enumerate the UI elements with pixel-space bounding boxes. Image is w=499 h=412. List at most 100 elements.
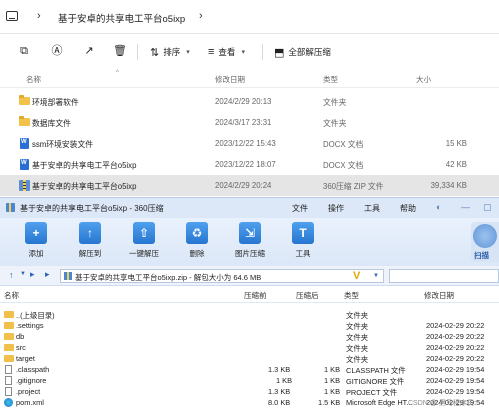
skin-icon[interactable]: ◐ xyxy=(436,202,441,212)
file-size: 42 KB xyxy=(445,160,467,169)
list-item[interactable]: src 文件夹 2024-02-29 20:22 xyxy=(0,342,499,353)
image-compress-icon: ⇲ xyxy=(239,222,261,244)
menu-file[interactable]: 文件 xyxy=(292,203,308,214)
column-after[interactable]: 压缩后 xyxy=(296,290,319,301)
file-date: 2024/2/29 20:24 xyxy=(215,181,272,190)
chevron-down-icon[interactable]: ▼ xyxy=(20,271,26,277)
column-name[interactable]: 名称 xyxy=(26,74,41,85)
zip-list-header: 名称 压缩前 压缩后 类型 修改日期 xyxy=(0,286,499,303)
archive-path-text: 基于安卓的共享电工平台o5ixp.zip - 解包大小为 64.6 MB xyxy=(75,273,262,282)
item-size-after: 1 KB xyxy=(324,376,341,385)
item-size-before: 1 KB xyxy=(276,376,293,385)
file-date: 2024/3/17 23:31 xyxy=(215,118,272,127)
column-name[interactable]: 名称 xyxy=(4,290,19,301)
extract-to-icon: ↑ xyxy=(79,222,101,244)
chevron-right-icon[interactable]: › xyxy=(199,10,203,22)
window-icon[interactable] xyxy=(6,11,18,21)
zip-ribbon: + 添加 ↑ 解压到 ⇧ 一键解压 ♻ 删除 ⇲ 图片压缩 T 工具 扫描 xyxy=(0,218,499,266)
toolbar-divider xyxy=(262,44,263,60)
item-date: 2024-02-29 19:54 xyxy=(426,387,485,396)
column-date[interactable]: 修改日期 xyxy=(215,74,245,85)
chevron-down-icon: ▾ xyxy=(241,49,245,56)
back-icon[interactable]: ▸ xyxy=(30,269,35,280)
list-item[interactable]: .settings 文件夹 2024-02-29 20:22 xyxy=(0,320,499,331)
list-item[interactable]: .classpath 1.3 KB 1 KB CLASSPATH 文件 2024… xyxy=(0,364,499,375)
item-size-before: 1.3 KB xyxy=(268,387,291,396)
column-date[interactable]: 修改日期 xyxy=(424,290,454,301)
view-button[interactable]: ≡ 查看 ▾ xyxy=(208,44,245,60)
forward-icon[interactable]: ▸ xyxy=(45,269,50,280)
chevron-right-icon[interactable]: › xyxy=(37,10,41,22)
delete-icon[interactable]: 🗑 xyxy=(113,44,127,58)
one-click-extract-button[interactable]: ⇧ 一键解压 xyxy=(124,222,164,264)
share-icon[interactable]: ↗ xyxy=(82,44,96,58)
file-row[interactable]: ssm环境安装文件 2023/12/22 15:43 DOCX 文档 15 KB xyxy=(0,133,499,154)
verify-icon[interactable]: V xyxy=(353,270,360,282)
maximize-icon[interactable]: ▢ xyxy=(483,202,492,213)
menu-tools[interactable]: 工具 xyxy=(364,203,380,214)
column-type[interactable]: 类型 xyxy=(344,290,359,301)
file-date: 2023/12/22 18:07 xyxy=(215,160,276,169)
list-item[interactable]: db 文件夹 2024-02-29 20:22 xyxy=(0,331,499,342)
menu-help[interactable]: 帮助 xyxy=(400,203,416,214)
list-item[interactable]: .gitignore 1 KB 1 KB GITIGNORE 文件 2024-0… xyxy=(0,375,499,386)
explorer-tab-bar: › 基于安卓的共享电工平台o5ixp › xyxy=(0,0,499,34)
file-date: 2024/2/29 20:13 xyxy=(215,97,272,106)
sort-button[interactable]: ⇅ 排序 ▾ xyxy=(150,44,190,60)
up-arrow-icon[interactable]: ↑ xyxy=(9,270,14,280)
image-compress-button[interactable]: ⇲ 图片压缩 xyxy=(230,222,270,264)
list-item[interactable]: target 文件夹 2024-02-29 20:22 xyxy=(0,353,499,364)
file-size: 15 KB xyxy=(445,139,467,148)
explorer-toolbar: ⧉ Ⓐ ↗ 🗑 ⇅ 排序 ▾ ≡ 查看 ▾ ⬒ 全部解压缩 xyxy=(0,34,499,70)
add-icon: + xyxy=(25,222,47,244)
tools-button[interactable]: T 工具 xyxy=(283,222,323,264)
scan-icon xyxy=(473,224,497,248)
rename-icon[interactable]: Ⓐ xyxy=(50,44,64,58)
zip-icon xyxy=(19,180,30,191)
chevron-down-icon[interactable]: ▼ xyxy=(373,273,379,279)
file-name: 数据库文件 xyxy=(32,119,71,128)
add-label: 添加 xyxy=(28,249,44,258)
extract-to-label: 解压到 xyxy=(78,249,102,258)
delete-button[interactable]: ♻ 删除 xyxy=(177,222,217,264)
edge-icon xyxy=(4,398,13,407)
list-item[interactable]: .project 1.3 KB 1 KB PROJECT 文件 2024-02-… xyxy=(0,386,499,397)
file-row[interactable]: 数据库文件 2024/3/17 23:31 文件夹 xyxy=(0,112,499,133)
copy-icon[interactable]: ⧉ xyxy=(17,44,31,58)
menu-operate[interactable]: 操作 xyxy=(328,203,344,214)
archive-path-field[interactable]: 基于安卓的共享电工平台o5ixp.zip - 解包大小为 64.6 MB V ▼ xyxy=(60,269,384,283)
sort-label: 排序 xyxy=(163,47,181,57)
delete-icon: ♻ xyxy=(186,222,208,244)
column-size[interactable]: 大小 xyxy=(416,74,431,85)
item-date: 2024-02-29 19:54 xyxy=(426,376,485,385)
item-size-after: 1 KB xyxy=(324,387,341,396)
search-input[interactable] xyxy=(389,269,499,283)
item-name: .project xyxy=(16,387,41,396)
sort-icon: ⇅ xyxy=(150,46,160,59)
view-icon: ≡ xyxy=(208,46,215,58)
item-name: .settings xyxy=(16,321,44,330)
breadcrumb-path[interactable]: 基于安卓的共享电工平台o5ixp xyxy=(58,11,185,25)
minimize-icon[interactable]: — xyxy=(461,202,470,212)
list-item[interactable]: ..(上级目录) 文件夹 xyxy=(0,309,499,320)
zip-logo-icon xyxy=(6,203,15,212)
file-row[interactable]: 环境部署软件 2024/2/29 20:13 文件夹 xyxy=(0,91,499,112)
add-button[interactable]: + 添加 xyxy=(16,222,56,264)
file-size: 39,334 KB xyxy=(430,181,467,190)
scan-button[interactable]: 扫描 xyxy=(471,222,499,262)
sort-ascending-icon: ^ xyxy=(116,70,119,76)
file-date: 2023/12/22 15:43 xyxy=(215,139,276,148)
folder-icon xyxy=(4,333,14,340)
image-compress-label: 图片压缩 xyxy=(235,249,265,258)
item-name: db xyxy=(16,332,25,341)
delete-label: 删除 xyxy=(189,249,205,258)
extract-to-button[interactable]: ↑ 解压到 xyxy=(70,222,110,264)
extract-icon: ⬒ xyxy=(274,46,285,59)
file-type: 360压缩 ZIP 文件 xyxy=(323,182,384,191)
item-size-after: 1 KB xyxy=(324,365,341,374)
file-row-selected[interactable]: 基于安卓的共享电工平台o5ixp 2024/2/29 20:24 360压缩 Z… xyxy=(0,175,499,196)
file-row[interactable]: 基于安卓的共享电工平台o5ixp 2023/12/22 18:07 DOCX 文… xyxy=(0,154,499,175)
column-type[interactable]: 类型 xyxy=(323,74,338,85)
column-before[interactable]: 压缩前 xyxy=(244,290,267,301)
extract-all-button[interactable]: ⬒ 全部解压缩 xyxy=(274,44,331,60)
